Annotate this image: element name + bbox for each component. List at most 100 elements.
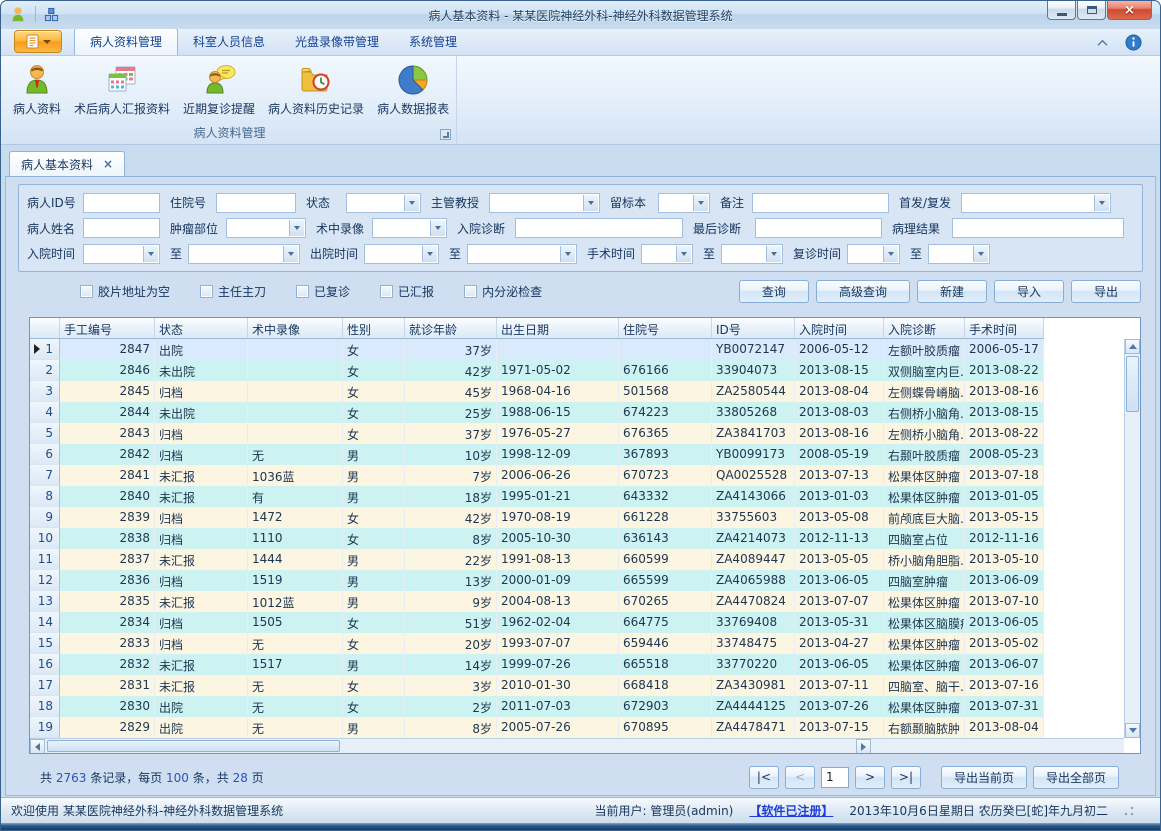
column-header[interactable]: 入院诊断 [884,318,965,338]
create-button[interactable]: 新建 [917,280,987,303]
table-row[interactable]: 182830出院无女2岁2011-07-03672903ZA4444125201… [30,696,1044,717]
combo-dropdown-button[interactable] [973,246,988,262]
checkbox-endocrine-exam[interactable]: 内分泌检查 [464,283,542,300]
scroll-right-button[interactable] [856,739,871,754]
combo-dropdown-button[interactable] [422,246,437,262]
table-row[interactable]: 122836归档1519男13岁2000-01-09665599ZA406598… [30,570,1044,591]
table-row[interactable]: 62842归档无男10岁1998-12-09367893YB0099173200… [30,444,1044,465]
postop-patient-report-button[interactable]: 术后病人汇报资料 [68,60,176,119]
column-header[interactable] [30,318,60,338]
combo-dropdown-button[interactable] [693,195,708,211]
combo-dropdown-button[interactable] [1094,195,1109,211]
checkbox-followed-up[interactable]: 已复诊 [296,283,350,300]
column-header[interactable]: ID号 [712,318,795,338]
filter-combo[interactable] [658,193,710,213]
checkbox-chief-surgeon[interactable]: 主任主刀 [200,283,266,300]
filter-input[interactable] [83,193,160,213]
filter-combo[interactable] [346,193,421,213]
export-all-pages-button[interactable]: 导出全部页 [1033,766,1119,789]
checkbox-reported[interactable]: 已汇报 [380,283,434,300]
row-indicator[interactable]: 16 [30,654,60,675]
import-button[interactable]: 导入 [994,280,1064,303]
filter-combo[interactable] [847,244,900,264]
table-row[interactable]: 132835未汇报1012蓝男9岁2004-08-13670265ZA44708… [30,591,1044,612]
combo-dropdown-button[interactable] [676,246,691,262]
table-row[interactable]: 82840未汇报有男18岁1995-01-21643332ZA414306620… [30,486,1044,507]
patient-data-history-button[interactable]: 病人资料历史记录 [262,60,370,119]
filter-combo[interactable] [83,244,160,264]
table-row[interactable]: 22846未出院女42岁1971-05-02676166339040732013… [30,360,1044,381]
table-row[interactable]: 162832未汇报1517男14岁1999-07-266655183377022… [30,654,1044,675]
table-row[interactable]: 52843归档女37岁1976-05-27676365ZA38417032013… [30,423,1044,444]
filter-combo[interactable] [721,244,783,264]
table-row[interactable]: 192829出院无男8岁2005-07-26670895ZA4478471201… [30,717,1044,738]
recent-followup-reminder-button[interactable]: 近期复诊提醒 [177,60,261,119]
row-indicator[interactable]: 15 [30,633,60,654]
column-header[interactable]: 就诊年龄 [405,318,497,338]
ribbon-tab-disc-video-tape-management[interactable]: 光盘录像带管理 [280,29,394,55]
filter-input[interactable] [752,193,889,213]
horizontal-scrollbar[interactable] [30,738,1124,753]
scroll-up-button[interactable] [1125,339,1140,354]
filter-combo[interactable] [372,218,447,238]
combo-dropdown-button[interactable] [766,246,781,262]
page-number-input[interactable] [821,767,849,788]
filter-combo[interactable] [364,244,439,264]
app-menu-button[interactable] [14,30,62,53]
query-button[interactable]: 查询 [739,280,809,303]
filter-input[interactable] [216,193,296,213]
collapse-ribbon-icon[interactable] [1096,38,1109,47]
column-header[interactable]: 状态 [155,318,248,338]
combo-dropdown-button[interactable] [560,246,575,262]
filter-input[interactable] [755,218,882,238]
column-header[interactable]: 手工编号 [60,318,155,338]
column-header[interactable]: 手术时间 [965,318,1044,338]
column-header[interactable]: 出生日期 [497,318,619,338]
table-row[interactable]: 92839归档1472女42岁1970-08-19661228337556032… [30,507,1044,528]
document-tab-patient-basic-data[interactable]: 病人基本资料 × [9,151,125,176]
table-row[interactable]: 172831未汇报无女3岁2010-01-30668418ZA343098120… [30,675,1044,696]
filter-input[interactable] [83,218,160,238]
dialog-launcher-icon[interactable] [440,129,451,140]
combo-dropdown-button[interactable] [430,220,445,236]
first-page-button[interactable]: |< [749,766,779,789]
row-indicator[interactable]: 19 [30,717,60,738]
row-indicator[interactable]: 2 [30,360,60,381]
export-button[interactable]: 导出 [1071,280,1141,303]
prev-page-button[interactable]: < [785,766,815,789]
column-header[interactable]: 住院号 [619,318,712,338]
export-current-page-button[interactable]: 导出当前页 [941,766,1027,789]
resize-grip-icon[interactable] [1124,806,1134,816]
vertical-scrollbar[interactable] [1124,339,1140,738]
advanced-query-button[interactable]: 高级查询 [816,280,910,303]
close-button[interactable]: × [1107,1,1152,20]
horizontal-scroll-thumb[interactable] [47,740,340,752]
registered-link[interactable]: 【软件已注册】 [749,802,833,819]
next-page-button[interactable]: > [855,766,885,789]
scroll-left-button[interactable] [30,739,45,754]
row-indicator[interactable]: 3 [30,381,60,402]
row-indicator[interactable]: 8 [30,486,60,507]
table-row[interactable]: 102838归档1110女8岁2005-10-30636143ZA4214073… [30,528,1044,549]
vertical-scroll-thumb[interactable] [1126,356,1139,412]
column-header[interactable]: 术中录像 [248,318,343,338]
table-row[interactable]: 32845归档女45岁1968-04-16501568ZA25805442013… [30,381,1044,402]
minimize-button[interactable] [1047,1,1076,20]
ribbon-tab-system-management[interactable]: 系统管理 [394,29,472,55]
row-indicator[interactable]: 11 [30,549,60,570]
ribbon-tab-patient-data-management[interactable]: 病人资料管理 [74,28,178,55]
row-indicator[interactable]: 10 [30,528,60,549]
combo-dropdown-button[interactable] [143,246,158,262]
combo-dropdown-button[interactable] [283,246,298,262]
row-indicator[interactable]: 5 [30,423,60,444]
row-indicator[interactable]: 1 [30,339,60,360]
column-header[interactable]: 入院时间 [795,318,884,338]
last-page-button[interactable]: >| [891,766,921,789]
table-row[interactable]: 42844未出院女25岁1988-06-15674223338052682013… [30,402,1044,423]
table-row[interactable]: 12847出院女37岁YB00721472006-05-12左额叶胶质瘤2006… [30,339,1044,360]
filter-combo[interactable] [928,244,990,264]
row-indicator[interactable]: 7 [30,465,60,486]
table-row[interactable]: 142834归档1505女51岁1962-02-0466477533769408… [30,612,1044,633]
row-indicator[interactable]: 9 [30,507,60,528]
row-indicator[interactable]: 13 [30,591,60,612]
